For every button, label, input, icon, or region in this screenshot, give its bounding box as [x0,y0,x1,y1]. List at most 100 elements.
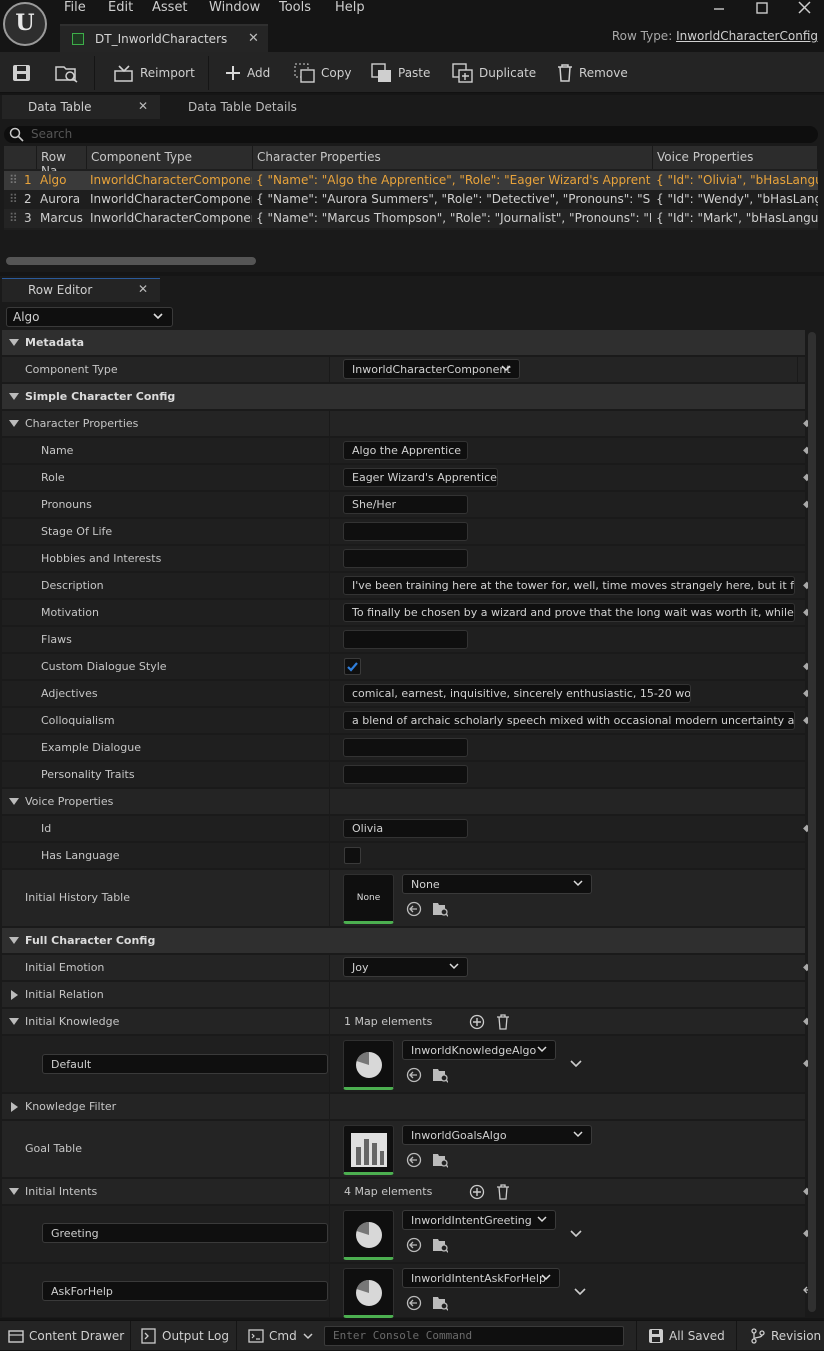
browse-folder-icon[interactable] [432,1067,448,1083]
close-tab-icon[interactable]: ✕ [248,31,259,46]
search-bar[interactable]: Search [4,126,818,143]
table-row[interactable]: ⠿ 1 Algo InworldCharacterComponent { "Na… [4,171,818,190]
intent-asset-dropdown[interactable]: InworldIntentGreeting [402,1210,556,1230]
expand-arrow-icon[interactable] [11,1102,18,1112]
use-selected-arrow-icon[interactable] [406,1152,422,1168]
reimport-button[interactable]: Reimport [113,62,195,84]
tab-row-editor[interactable]: Row Editor ✕ [2,278,160,302]
remove-button[interactable]: Remove [556,62,628,84]
collapse-arrow-icon[interactable] [9,420,19,427]
cmd-dropdown[interactable]: Cmd [248,1328,314,1344]
name-input[interactable]: Algo the Apprentice [343,441,468,460]
menu-window[interactable]: Window [209,0,260,15]
knowledge-thumbnail[interactable] [343,1040,394,1090]
property-knowledge-filter[interactable]: Knowledge Filter [2,1094,805,1120]
property-initial-intents[interactable]: Initial Intents 4 Map elements ◆ [2,1179,811,1205]
group-character-properties[interactable]: Character Properties ◆ [2,411,811,437]
map-key-input[interactable]: Default [42,1054,328,1074]
map-key-input[interactable]: AskForHelp [42,1281,328,1301]
has-language-checkbox[interactable] [344,847,361,864]
collapse-arrow-icon[interactable] [9,937,19,944]
use-selected-arrow-icon[interactable] [406,1295,422,1311]
trash-icon[interactable] [495,1184,511,1200]
colloquialism-input[interactable]: a blend of archaic scholarly speech mixe… [343,711,795,730]
chevron-down-icon[interactable] [569,1227,585,1243]
browse-folder-icon[interactable] [432,901,448,917]
table-row[interactable]: ⠿ 2 Aurora InworldCharacterComponent { "… [4,190,818,209]
role-input[interactable]: Eager Wizard's Apprentice [343,468,498,487]
menu-asset[interactable]: Asset [152,0,188,15]
column-header-voice-properties[interactable]: Voice Properties [653,146,818,169]
component-type-dropdown[interactable]: InworldCharacterComponent [343,359,520,379]
tab-data-table-details[interactable]: Data Table Details [162,95,362,119]
row-handle-icon[interactable]: ⠿ [9,173,18,187]
category-simple-character-config[interactable]: Simple Character Config [2,384,805,410]
console-input[interactable]: Enter Console Command [324,1326,624,1346]
chevron-down-icon[interactable] [573,1285,589,1301]
category-full-character-config[interactable]: Full Character Config [2,928,805,954]
menu-file[interactable]: File [64,0,86,15]
category-metadata[interactable]: Metadata [2,330,805,356]
custom-dialogue-checkbox[interactable] [344,658,361,675]
property-initial-knowledge[interactable]: Initial Knowledge 1 Map elements ◆ [2,1009,811,1035]
voice-id-input[interactable]: Olivia [343,819,468,838]
intent-thumbnail[interactable] [343,1268,394,1318]
description-input[interactable]: I've been training here at the tower for… [343,576,795,595]
menu-help[interactable]: Help [335,0,365,15]
stage-of-life-input[interactable] [343,522,468,541]
knowledge-asset-dropdown[interactable]: InworldKnowledgeAlgo [402,1040,556,1060]
trash-icon[interactable] [495,1014,511,1030]
browse-folder-icon[interactable] [432,1152,448,1168]
collapse-arrow-icon[interactable] [9,1188,19,1195]
map-key-input[interactable]: Greeting [42,1223,328,1243]
history-thumbnail[interactable]: None [343,874,394,924]
goal-table-dropdown[interactable]: InworldGoalsAlgo [402,1125,592,1145]
flaws-input[interactable] [343,630,468,649]
initial-emotion-dropdown[interactable]: Joy [343,957,468,977]
horizontal-scrollbar[interactable] [6,257,256,265]
maximize-icon[interactable] [754,0,776,18]
close-tab-icon[interactable]: ✕ [138,99,148,113]
browse-folder-icon[interactable] [432,1237,448,1253]
intent-thumbnail[interactable] [343,1210,394,1260]
content-drawer-button[interactable]: Content Drawer [8,1328,124,1344]
menu-edit[interactable]: Edit [108,0,133,15]
output-log-button[interactable]: Output Log [141,1328,229,1344]
example-dialogue-input[interactable] [343,738,468,757]
hobbies-input[interactable] [343,549,468,568]
table-row[interactable]: ⠿ 3 Marcus InworldCharacterComponent { "… [4,209,818,228]
collapse-arrow-icon[interactable] [9,393,19,400]
use-selected-arrow-icon[interactable] [406,1067,422,1083]
row-handle-icon[interactable]: ⠿ [9,192,18,206]
vertical-scrollbar[interactable] [808,332,816,1312]
goal-table-thumbnail[interactable] [343,1125,394,1175]
all-saved-button[interactable]: All Saved [648,1328,725,1344]
column-header-character-properties[interactable]: Character Properties [253,146,653,169]
intent-asset-dropdown[interactable]: InworldIntentAskForHelp [402,1268,560,1288]
add-element-icon[interactable] [469,1014,485,1030]
row-type-link[interactable]: InworldCharacterConfig [676,29,818,43]
collapse-arrow-icon[interactable] [9,339,19,346]
minimize-icon[interactable] [711,0,733,18]
add-button[interactable]: Add [224,62,270,84]
row-handle-icon[interactable]: ⠿ [9,211,18,225]
group-voice-properties[interactable]: Voice Properties [2,789,805,815]
tab-data-table[interactable]: Data Table ✕ [2,95,160,119]
add-element-icon[interactable] [469,1184,485,1200]
history-table-dropdown[interactable]: None [402,874,592,894]
motivation-input[interactable]: To finally be chosen by a wizard and pro… [343,603,795,622]
paste-button[interactable]: Paste [371,62,430,84]
close-tab-icon[interactable]: ✕ [138,282,148,296]
pronouns-input[interactable]: She/Her [343,495,468,514]
unreal-logo-icon[interactable]: U [3,2,47,46]
use-selected-arrow-icon[interactable] [406,901,422,917]
chevron-down-icon[interactable] [569,1057,585,1073]
menu-tools[interactable]: Tools [279,0,311,15]
copy-button[interactable]: Copy [294,62,351,84]
collapse-arrow-icon[interactable] [9,798,19,805]
column-header-component-type[interactable]: Component Type [87,146,253,169]
property-initial-relation[interactable]: Initial Relation [2,982,805,1008]
duplicate-button[interactable]: Duplicate [452,62,536,84]
adjectives-input[interactable]: comical, earnest, inquisitive, sincerely… [343,684,691,703]
row-selector-dropdown[interactable]: Algo [6,307,173,327]
